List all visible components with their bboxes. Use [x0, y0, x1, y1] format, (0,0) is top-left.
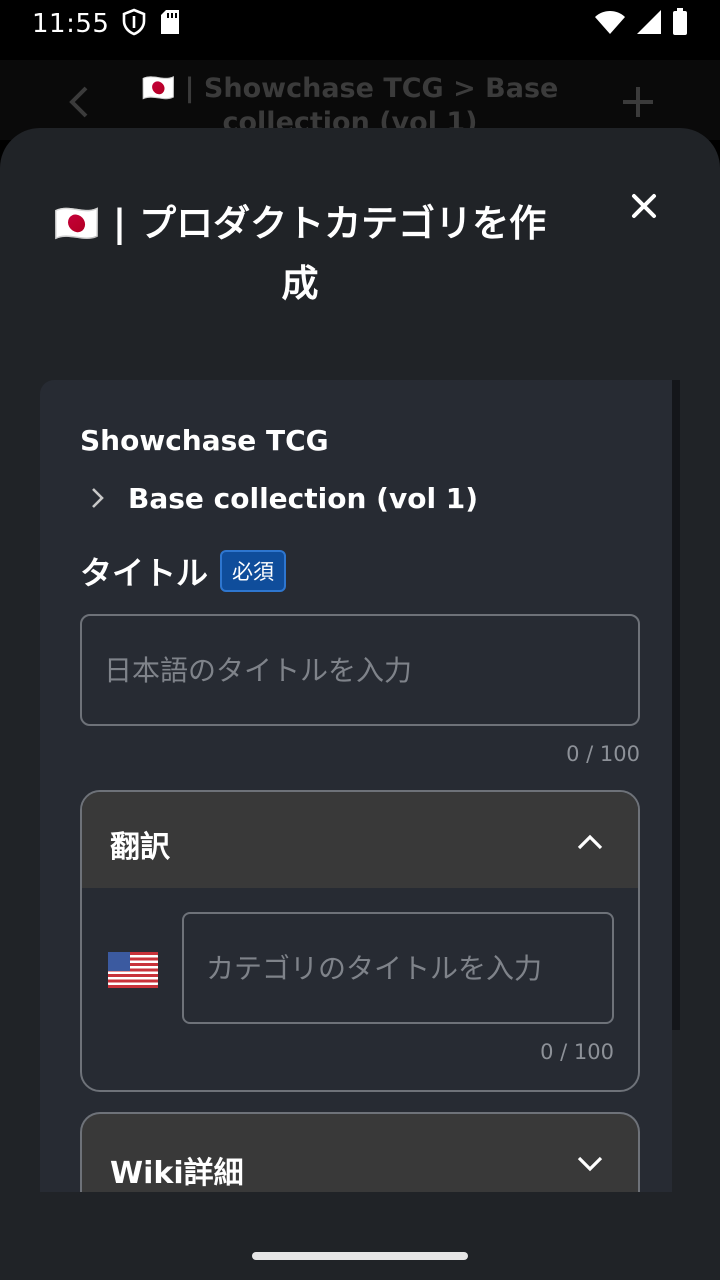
close-button[interactable]	[622, 186, 666, 230]
create-category-sheet: 🇯🇵 | プロダクトカテゴリを作成 Showchase TCG Base col…	[0, 128, 720, 1280]
translation-char-counter: 0 / 100	[540, 1040, 614, 1064]
sheet-title: 🇯🇵 | プロダクトカテゴリを作成	[53, 202, 547, 305]
plus-icon[interactable]	[620, 84, 656, 120]
wiki-details-accordion[interactable]: Wiki詳細	[80, 1112, 640, 1192]
signal-icon	[636, 9, 662, 39]
us-flag-icon	[108, 952, 158, 988]
battery-icon	[672, 8, 688, 40]
breadcrumb-child-label: Base collection (vol 1)	[128, 481, 479, 515]
translations-accordion: 翻訳 0 / 100	[80, 790, 640, 1092]
form-card: Showchase TCG Base collection (vol 1) タイ…	[40, 380, 672, 1192]
japanese-title-input[interactable]	[80, 614, 640, 726]
chevron-down-icon[interactable]	[570, 1144, 610, 1184]
translation-title-input-en[interactable]	[182, 912, 614, 1024]
title-char-counter: 0 / 100	[566, 742, 640, 766]
translations-header[interactable]: 翻訳	[82, 792, 638, 888]
breadcrumb-child: Base collection (vol 1)	[80, 480, 478, 516]
back-arrow-icon[interactable]	[62, 84, 98, 120]
home-indicator[interactable]	[252, 1252, 468, 1260]
chevron-up-icon[interactable]	[570, 822, 610, 862]
breadcrumb-root: Showchase TCG	[80, 424, 329, 457]
shield-icon	[121, 8, 147, 40]
wifi-icon	[594, 9, 626, 39]
status-bar: 11:55	[0, 0, 720, 48]
sd-card-icon	[159, 9, 181, 39]
scrollbar[interactable]	[672, 380, 680, 1030]
wiki-details-title: Wiki詳細	[110, 1156, 244, 1191]
chevron-right-icon	[80, 480, 116, 516]
title-field-label: タイトル 必須	[80, 548, 287, 594]
required-badge: 必須	[220, 550, 287, 592]
translations-title: 翻訳	[110, 830, 170, 865]
title-label: タイトル	[80, 554, 209, 592]
status-time: 11:55	[32, 9, 110, 39]
close-icon	[631, 193, 657, 223]
